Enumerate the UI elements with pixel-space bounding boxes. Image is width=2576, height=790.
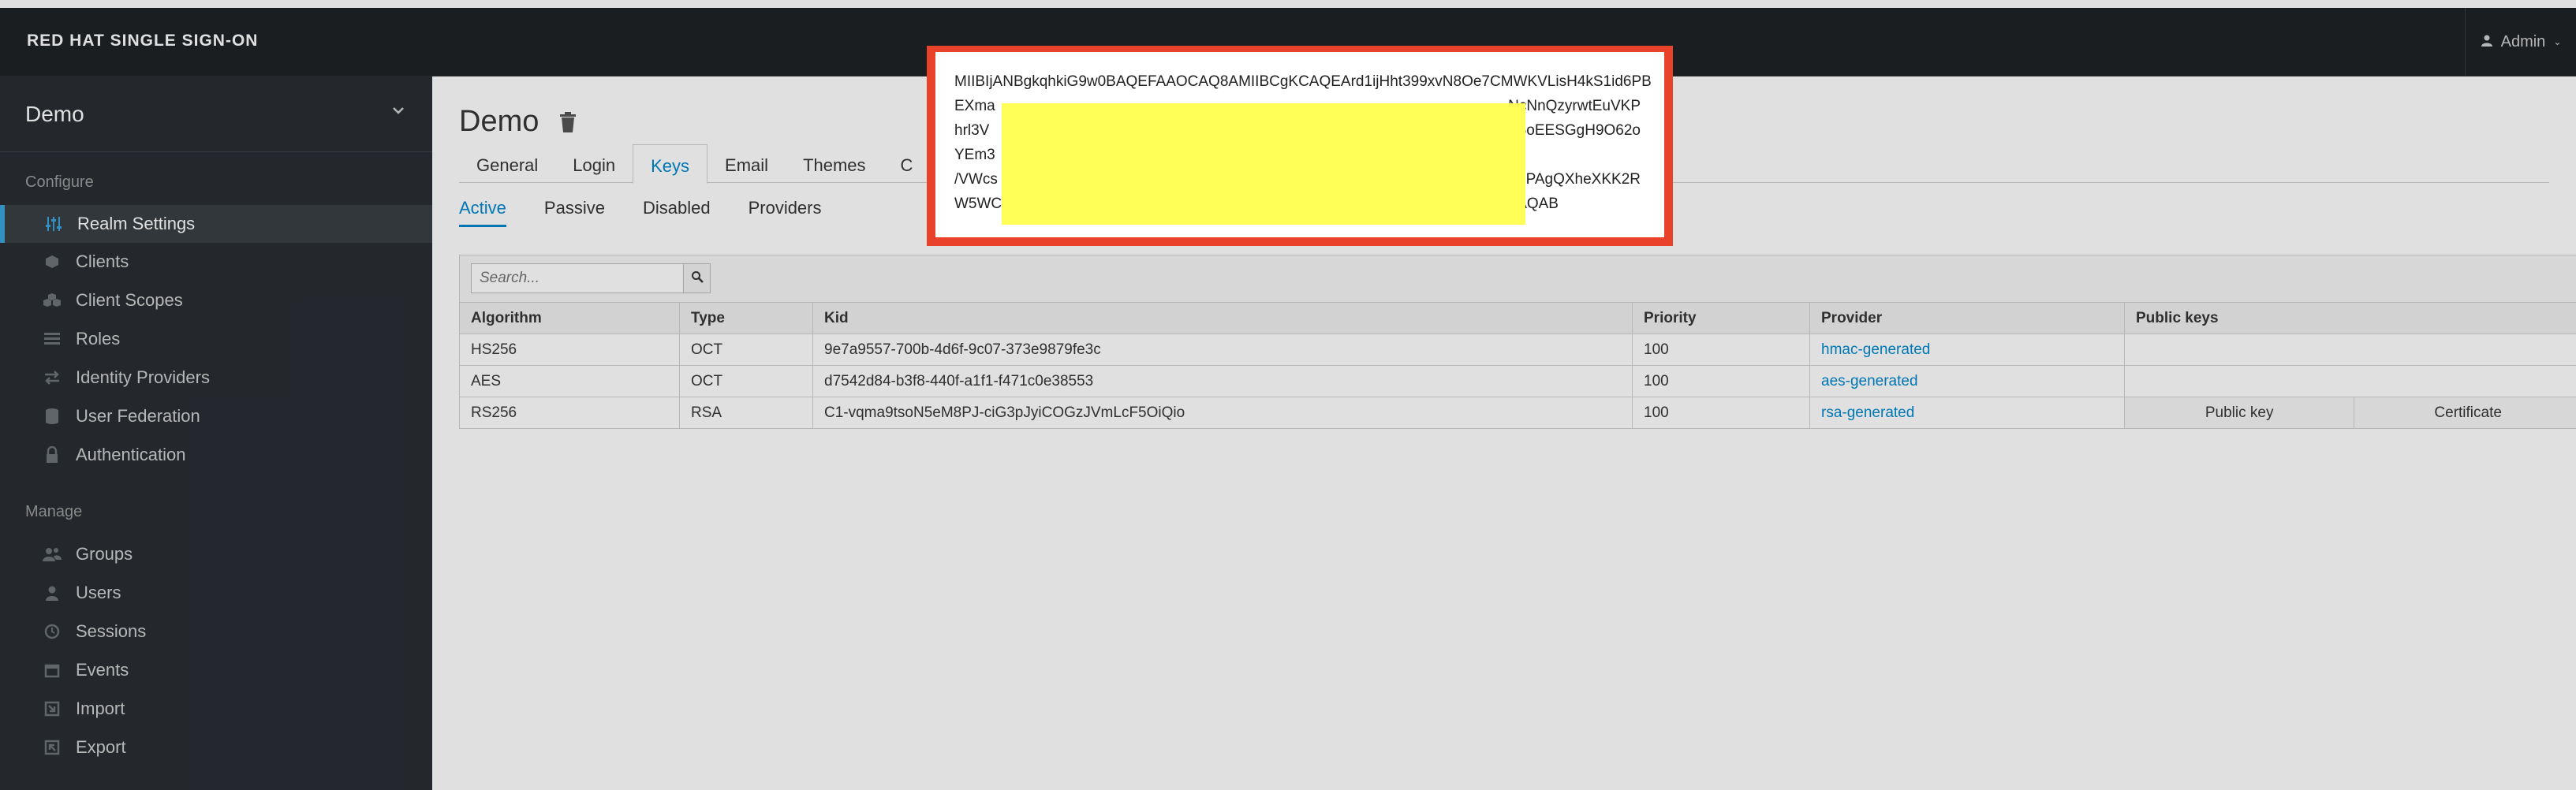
- public-key-modal: MIIBIjANBgkqhkiG9w0BAQEFAAOCAQ8AMIIBCgKC…: [927, 46, 1673, 246]
- redaction-highlight: [1002, 103, 1525, 225]
- key-line: MIIBIjANBgkqhkiG9w0BAQEFAAOCAQ8AMIIBCgKC…: [954, 73, 1652, 90]
